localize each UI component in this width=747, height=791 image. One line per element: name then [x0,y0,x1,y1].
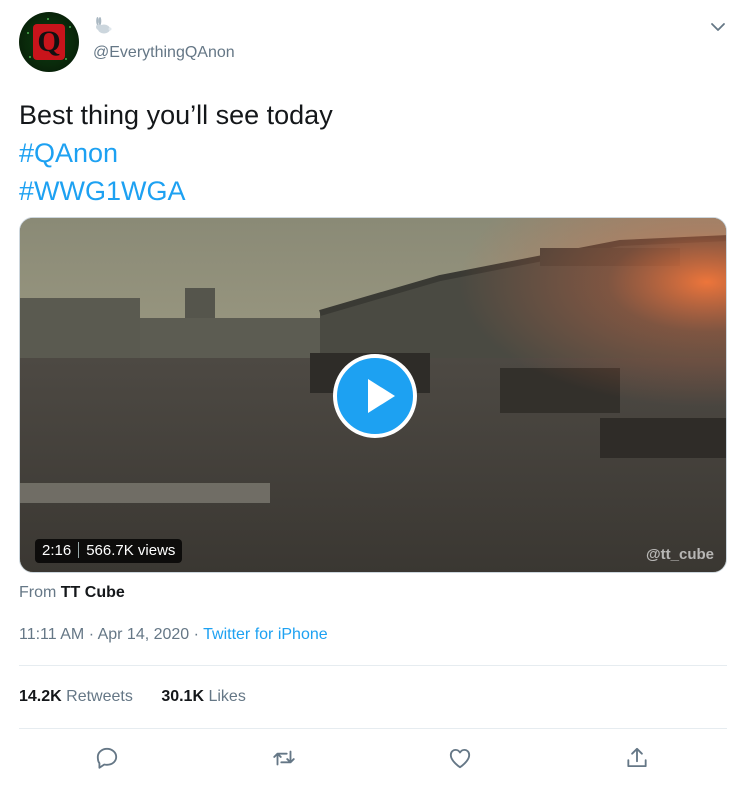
video-watermark: @tt_cube [646,546,714,563]
like-icon [449,748,471,769]
share-button[interactable] [624,745,654,775]
retweets-count: 14.2K [19,688,62,705]
display-name[interactable] [93,16,113,36]
hashtag-link[interactable]: #WWG1WGA [19,172,333,210]
retweet-icon [273,750,295,766]
hashtag-link[interactable]: #QAnon [19,134,333,172]
retweets-label: Retweets [66,688,133,705]
video-views: 566.7K views [86,542,176,559]
tweet-time[interactable]: 11:11 AM [19,626,84,643]
likes-stat[interactable]: 30.1K Likes [161,688,246,705]
divider [19,665,727,666]
avatar[interactable]: Q [19,12,79,72]
source-prefix: From [19,584,57,601]
retweets-stat[interactable]: 14.2K Retweets [19,688,133,705]
like-button[interactable] [447,745,477,775]
tweet-text: Best thing you’ll see today #QAnon #WWG1… [19,96,333,210]
tweet-date[interactable]: Apr 14, 2020 [98,626,190,643]
rabbit-emoji-icon [96,17,112,34]
divider [19,728,727,729]
tweet-meta: 11:11 AM · Apr 14, 2020 · Twitter for iP… [19,626,328,643]
play-button[interactable] [333,354,417,438]
likes-count: 30.1K [161,688,205,705]
video-duration: 2:16 [42,542,72,559]
retweet-button[interactable] [271,745,301,775]
chevron-down-icon[interactable] [707,16,729,38]
video-stats-badge: 2:16 566.7K views [35,539,183,563]
reply-button[interactable] [94,745,124,775]
avatar-q-logo: Q [33,24,65,60]
video-player[interactable]: 2:16 566.7K views @tt_cube [19,217,727,573]
reply-icon [96,747,118,769]
user-handle[interactable]: @EverythingQAnon [93,44,235,62]
source-app-link[interactable]: Twitter for iPhone [203,626,328,643]
tweet-stats: 14.2K Retweets 30.1K Likes [19,688,246,706]
share-icon [627,747,647,768]
likes-label: Likes [208,688,246,705]
media-source: From TT Cube [19,584,125,602]
play-icon [368,379,395,413]
tweet-body: Best thing you’ll see today [19,100,333,130]
source-name-link[interactable]: TT Cube [61,584,125,601]
